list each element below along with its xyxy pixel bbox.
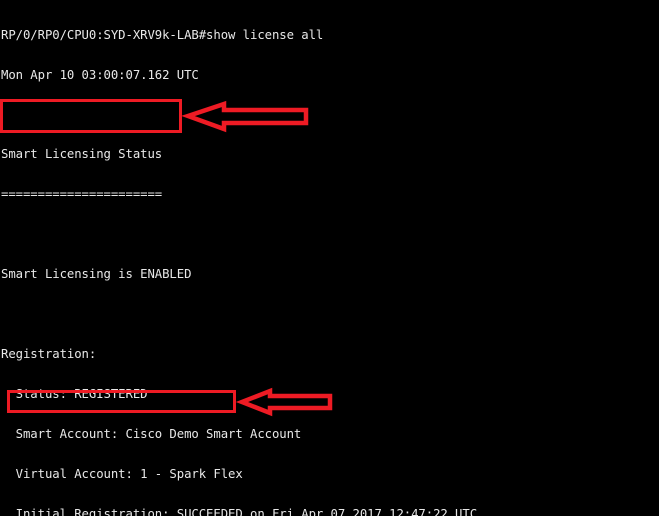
terminal-output[interactable]: RP/0/RP0/CPU0:SYD-XRV9k-LAB#show license…	[0, 0, 659, 516]
terminal-line-heading-smart-licensing-status: Smart Licensing Status	[1, 148, 163, 162]
terminal-line-registration-status: Status: REGISTERED	[1, 388, 148, 402]
terminal-window[interactable]: RP/0/RP0/CPU0:SYD-XRV9k-LAB#show license…	[0, 0, 659, 516]
terminal-line-prompt-command: RP/0/RP0/CPU0:SYD-XRV9k-LAB#show license…	[1, 28, 324, 42]
terminal-line-underline-smart-licensing-status: ======================	[1, 188, 163, 202]
terminal-line-initial-registration: Initial Registration: SUCCEEDED on Fri A…	[1, 507, 478, 516]
terminal-line-smart-licensing-enabled: Smart Licensing is ENABLED	[1, 268, 192, 282]
terminal-line-smart-account: Smart Account: Cisco Demo Smart Account	[1, 428, 302, 441]
terminal-line-registration-heading: Registration:	[1, 348, 97, 362]
terminal-line-timestamp: Mon Apr 10 03:00:07.162 UTC	[1, 68, 199, 82]
terminal-line-virtual-account: Virtual Account: 1 - Spark Flex	[1, 467, 243, 481]
